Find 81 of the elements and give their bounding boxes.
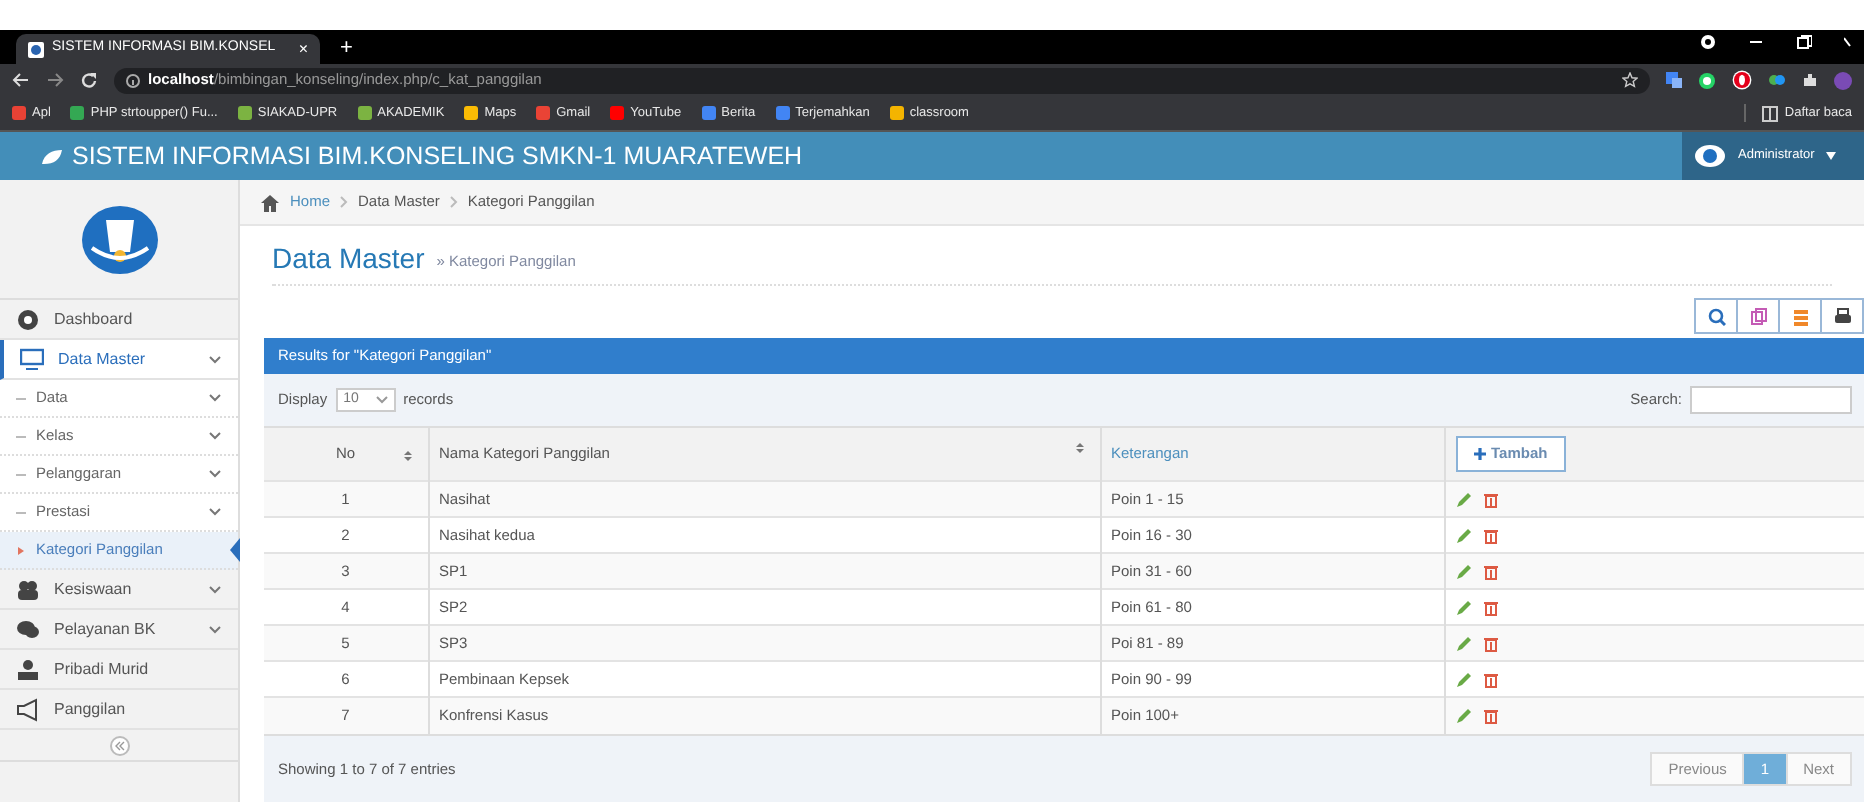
pencil-icon[interactable] bbox=[1455, 707, 1471, 724]
trash-icon[interactable] bbox=[1483, 671, 1497, 687]
sidebar-item[interactable]: Kesiswaan bbox=[0, 570, 238, 610]
megaphone-icon bbox=[16, 697, 40, 721]
pencil-icon[interactable] bbox=[1455, 491, 1471, 507]
avatar-icon[interactable] bbox=[1834, 71, 1852, 89]
caret-icon bbox=[1826, 152, 1837, 160]
emblem-icon bbox=[79, 203, 159, 275]
page-title: Data Master bbox=[272, 244, 425, 272]
sidebar-item[interactable]: Pribadi Murid bbox=[0, 650, 238, 690]
trash-icon[interactable] bbox=[1483, 563, 1497, 579]
plus-icon bbox=[1473, 448, 1485, 460]
dash-icon bbox=[16, 469, 26, 479]
chevron-icon bbox=[208, 392, 222, 404]
pencil-icon[interactable] bbox=[1455, 599, 1471, 615]
stack-icon bbox=[1791, 307, 1809, 325]
collapse-icon[interactable] bbox=[109, 735, 129, 755]
bullet-icon bbox=[16, 545, 26, 555]
leaf-icon bbox=[40, 147, 64, 165]
profile-icon[interactable] bbox=[1700, 34, 1716, 50]
chevron-icon bbox=[375, 396, 388, 404]
copy-icon bbox=[1749, 307, 1767, 325]
group-icon bbox=[16, 577, 40, 601]
bookmark-icon[interactable] bbox=[889, 106, 904, 120]
bookmark-icon[interactable] bbox=[237, 106, 252, 120]
chevron-icon bbox=[208, 430, 222, 442]
search-icon bbox=[1707, 307, 1725, 325]
chevron-icon bbox=[208, 506, 222, 518]
chevron-icon bbox=[208, 583, 222, 595]
bookmark-icon[interactable] bbox=[464, 106, 479, 120]
sidebar-item[interactable]: Data Master bbox=[0, 340, 238, 380]
sidebar-item[interactable]: Pelayanan BK bbox=[0, 610, 238, 650]
pencil-icon[interactable] bbox=[1455, 671, 1471, 687]
forward-icon[interactable] bbox=[46, 72, 64, 88]
bookmark-icon[interactable] bbox=[775, 106, 790, 120]
chevron-icon bbox=[208, 468, 222, 480]
pencil-icon[interactable] bbox=[1455, 527, 1471, 543]
person-icon bbox=[16, 657, 40, 681]
reload-icon[interactable] bbox=[80, 71, 98, 89]
trash-icon[interactable] bbox=[1483, 491, 1497, 507]
back-icon[interactable] bbox=[12, 72, 30, 88]
bookmark-icon[interactable] bbox=[70, 106, 85, 120]
bookmark-icon[interactable] bbox=[610, 106, 625, 120]
new-tab-button[interactable]: + bbox=[340, 38, 353, 60]
info-icon bbox=[126, 73, 140, 87]
monitor-icon bbox=[20, 347, 44, 371]
dash-icon bbox=[16, 431, 26, 441]
toolbar-button[interactable] bbox=[1694, 298, 1738, 334]
pointer-icon bbox=[230, 538, 240, 562]
bookmark-icon[interactable] bbox=[536, 106, 551, 120]
trash-icon[interactable] bbox=[1483, 527, 1497, 543]
dash-icon bbox=[16, 507, 26, 517]
print-icon bbox=[1833, 307, 1851, 325]
chevron-icon bbox=[340, 196, 349, 208]
toolbar-button[interactable] bbox=[1820, 298, 1864, 334]
dashboard-icon bbox=[16, 307, 40, 331]
reading-list-icon[interactable] bbox=[1762, 105, 1779, 121]
chevron-icon bbox=[208, 353, 222, 365]
search-field[interactable] bbox=[1690, 386, 1852, 414]
pencil-icon[interactable] bbox=[1455, 635, 1471, 651]
page-icon bbox=[28, 41, 44, 57]
pencil-icon[interactable] bbox=[1455, 563, 1471, 579]
sort-icon bbox=[403, 450, 411, 462]
translate-icon[interactable] bbox=[1666, 72, 1682, 88]
trash-icon[interactable] bbox=[1483, 707, 1497, 724]
restore-icon[interactable] bbox=[1796, 34, 1812, 50]
sidebar-item[interactable]: Panggilan bbox=[0, 690, 238, 730]
chevron-icon bbox=[208, 623, 222, 635]
bookmark-icon[interactable] bbox=[701, 106, 716, 120]
logo-icon bbox=[1694, 144, 1726, 168]
home-icon bbox=[260, 193, 280, 211]
o-icon[interactable] bbox=[1732, 70, 1752, 90]
sort-icon bbox=[1075, 442, 1083, 455]
dash-icon bbox=[16, 393, 26, 403]
app-title: SISTEM INFORMASI BIM.KONSELING SMKN-1 MUARATEWEH bbox=[72, 139, 803, 174]
chevron-icon bbox=[449, 196, 458, 208]
tab-close-button[interactable]: × bbox=[298, 41, 308, 57]
trash-icon[interactable] bbox=[1483, 635, 1497, 651]
star-icon[interactable] bbox=[1622, 72, 1638, 88]
bookmark-icon[interactable] bbox=[357, 106, 372, 120]
trash-icon[interactable] bbox=[1483, 599, 1497, 615]
